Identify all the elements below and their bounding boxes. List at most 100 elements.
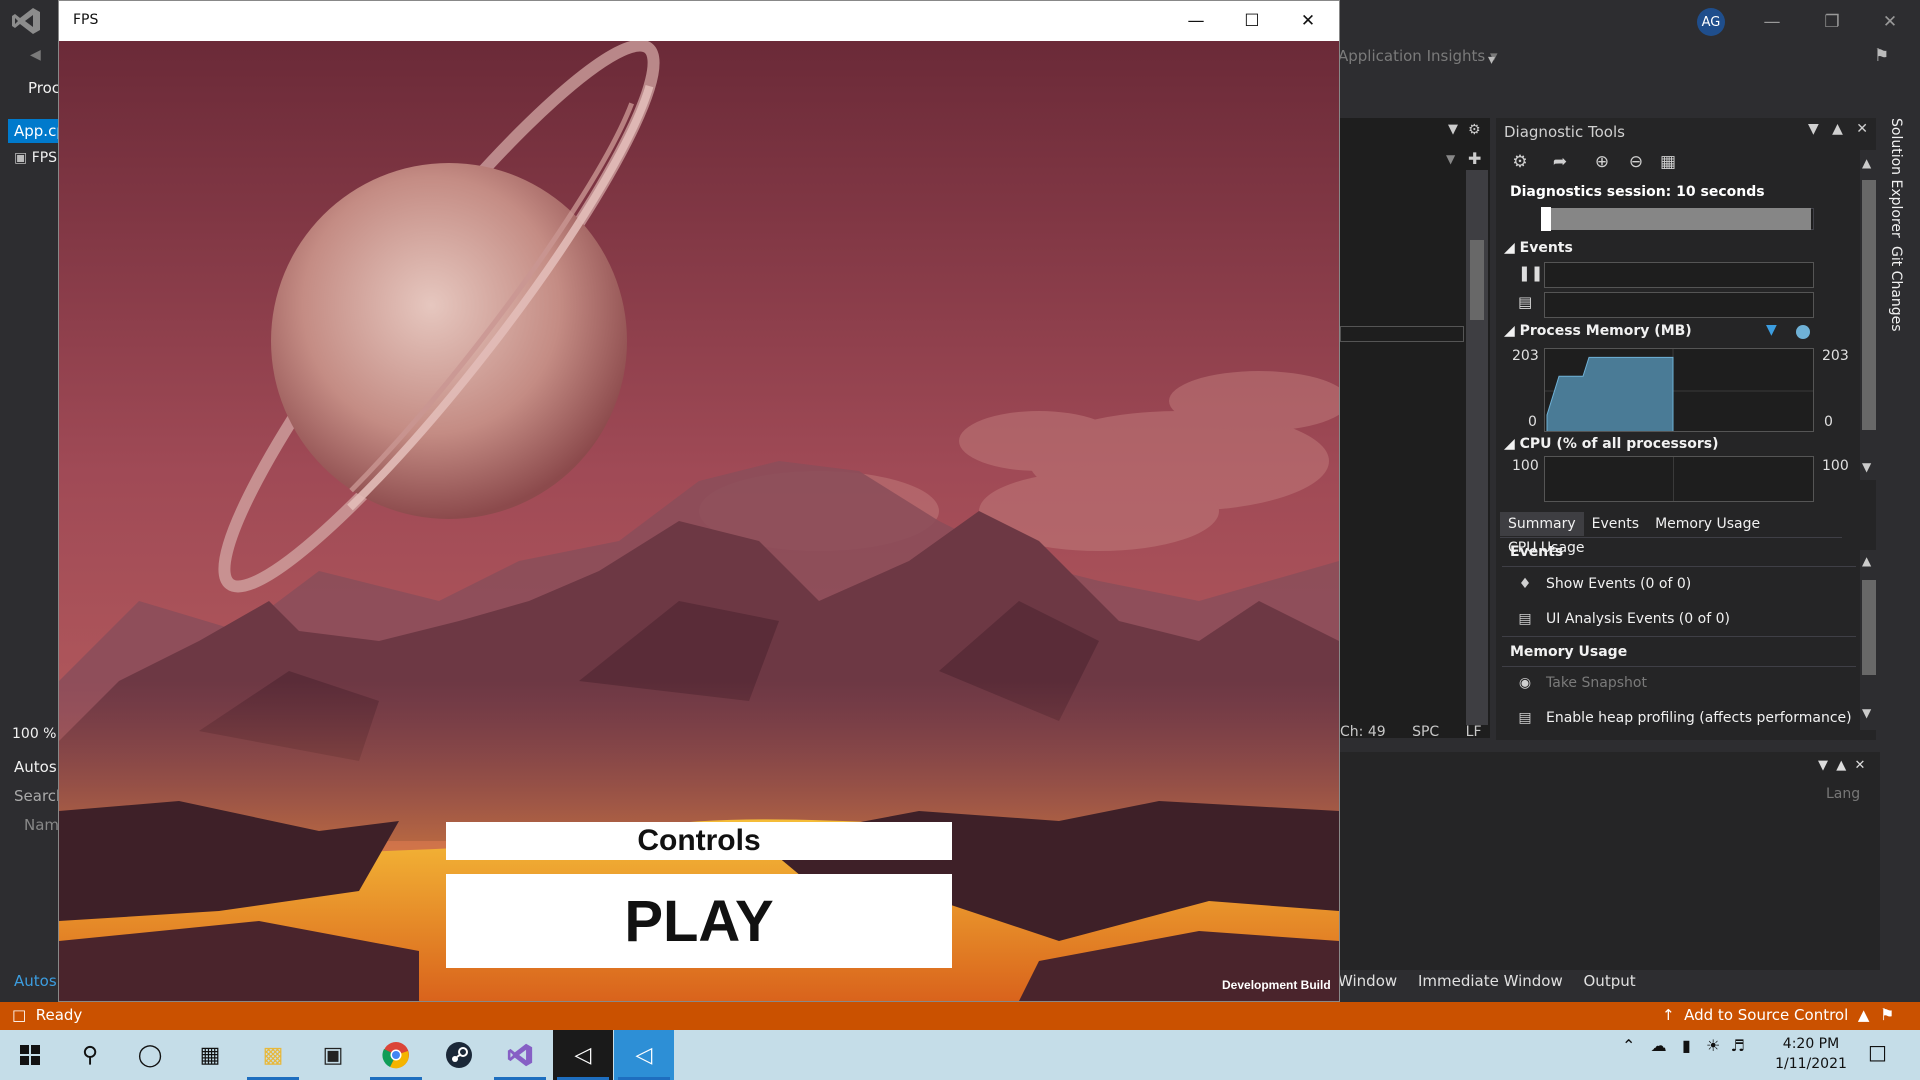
tab-window[interactable]: Window — [1338, 972, 1397, 990]
file-explorer-icon[interactable]: ▩ — [243, 1030, 303, 1080]
heap-icon: ▤ — [1518, 710, 1532, 726]
settings-gear-icon[interactable]: ⚙ — [1508, 150, 1532, 174]
nav-dropdown-icon[interactable]: ▼ — [1446, 152, 1455, 166]
events-track — [1544, 262, 1814, 288]
editor-scrollbar[interactable] — [1466, 170, 1488, 725]
unity-hub-icon[interactable]: ◁ — [553, 1030, 613, 1080]
tab-memory-usage[interactable]: Memory Usage — [1647, 512, 1768, 536]
whitespace-mode[interactable]: SPC — [1412, 724, 1439, 740]
game-close-button[interactable]: ✕ — [1280, 2, 1336, 40]
play-button[interactable]: PLAY — [446, 874, 952, 968]
bottom-output-panel — [1340, 752, 1880, 970]
back-nav-icon[interactable]: ◀ — [30, 47, 41, 63]
add-to-source-control-label: Add to Source Control — [1684, 1006, 1849, 1024]
document-tab-app-cpp[interactable]: App.cp — [8, 119, 66, 143]
close-icon[interactable]: ✕ — [1856, 121, 1868, 137]
take-snapshot-button[interactable]: ◉ Take Snapshot — [1514, 675, 1647, 691]
task-view-icon[interactable]: ▦ — [180, 1030, 240, 1080]
summary-events-heading: Events — [1510, 544, 1564, 560]
onedrive-icon[interactable]: ☁ — [1651, 1036, 1667, 1055]
cpu-header[interactable]: ◢ CPU (% of all processors) — [1504, 436, 1718, 452]
scroll-up-icon[interactable]: ▲ — [1862, 554, 1871, 568]
zoom-level[interactable]: 100 % — [12, 726, 56, 742]
search-icon[interactable]: ⚲ — [60, 1030, 120, 1080]
notifications-bell-icon[interactable]: ⚑ — [1880, 1005, 1894, 1024]
tab-summary[interactable]: Summary — [1500, 512, 1584, 536]
export-icon[interactable]: ➦ — [1548, 150, 1572, 174]
language-column: Lang — [1826, 786, 1861, 802]
scroll-down-icon[interactable]: ▼ — [1862, 460, 1871, 474]
cpu-label: CPU (% of all processors) — [1519, 436, 1719, 452]
cortana-icon[interactable]: ◯ — [120, 1030, 180, 1080]
scroll-up-icon[interactable]: ▲ — [1862, 156, 1871, 170]
diag-lower-scrollbar[interactable]: ▲ ▼ — [1860, 550, 1878, 730]
wifi-icon[interactable]: ☀ — [1706, 1036, 1720, 1055]
reset-view-icon[interactable]: ▦ — [1656, 150, 1680, 174]
game-minimize-button[interactable]: — — [1168, 2, 1224, 40]
memory-usage-area — [1546, 356, 1674, 431]
events-section-label: Events — [1519, 240, 1573, 256]
pin-icon[interactable]: ▲ — [1832, 121, 1843, 137]
scroll-down-icon[interactable]: ▼ — [1862, 706, 1871, 720]
tab-events[interactable]: Events — [1584, 512, 1647, 536]
feedback-icon[interactable]: ⚑ — [1874, 46, 1889, 66]
timeline-handle[interactable] — [1541, 207, 1551, 231]
taskbar-clock[interactable]: 4:20 PM 1/11/2021 — [1766, 1034, 1856, 1074]
solution-explorer-tab[interactable]: Solution Explorer — [1888, 118, 1904, 238]
line-ending[interactable]: LF — [1466, 724, 1482, 740]
vs-restore-button[interactable]: ❐ — [1812, 8, 1852, 36]
editor-settings-icon[interactable]: ⚙ — [1468, 122, 1481, 138]
folder-icon: ▩ — [262, 1042, 284, 1068]
camera-icon: ◉ — [1518, 675, 1532, 691]
game-maximize-button[interactable]: ☐ — [1224, 2, 1280, 40]
toolbar-overflow-icon[interactable]: ▾ — [1488, 52, 1495, 68]
editor-line-highlight — [1340, 326, 1464, 342]
diag-upper-scrollbar[interactable]: ▲ ▼ — [1860, 150, 1878, 480]
tab-output[interactable]: Output — [1584, 972, 1636, 990]
autos-header: Autos — [14, 758, 57, 776]
game-window-title: FPS — [73, 12, 99, 28]
divider — [1502, 636, 1856, 637]
battery-icon[interactable]: ▮ — [1682, 1036, 1691, 1055]
events-section-header[interactable]: ◢ Events — [1504, 240, 1573, 256]
split-editor-icon[interactable]: ✚ — [1468, 149, 1481, 168]
bottom-panel-controls[interactable]: ▼ ▲ ✕ — [1818, 758, 1865, 773]
unity-editor-icon[interactable]: ◁ — [614, 1030, 674, 1080]
add-to-source-control[interactable]: ↑ Add to Source Control ▲ — [1662, 1006, 1869, 1024]
start-windows-icon[interactable] — [0, 1030, 60, 1080]
diagnostic-panel-controls[interactable]: ▼ ▲ ✕ — [1808, 121, 1868, 137]
process-memory-header[interactable]: ◢ Process Memory (MB) — [1504, 323, 1692, 339]
zoom-in-icon[interactable]: ⊕ — [1590, 150, 1614, 174]
vs-minimize-button[interactable]: — — [1752, 8, 1792, 36]
clock-date: 1/11/2021 — [1775, 1056, 1847, 1072]
tab-immediate-window[interactable]: Immediate Window — [1418, 972, 1563, 990]
project-selector[interactable]: ▣ FPS — [14, 150, 57, 166]
autos-tab[interactable]: Autos — [14, 972, 57, 990]
diag-upper-scroll-thumb[interactable] — [1862, 180, 1876, 430]
git-changes-tab[interactable]: Git Changes — [1888, 246, 1904, 332]
game-window-titlebar[interactable] — [59, 1, 1339, 41]
volume-icon[interactable]: ♬ — [1731, 1036, 1745, 1055]
zoom-out-icon[interactable]: ⊖ — [1624, 150, 1648, 174]
show-events-label: Show Events (0 of 0) — [1546, 576, 1692, 592]
memory-usage-heading: Memory Usage — [1510, 644, 1628, 660]
visual-studio-taskbar-icon[interactable] — [490, 1030, 550, 1080]
vs-close-button[interactable]: ✕ — [1870, 8, 1910, 36]
account-avatar[interactable]: AG — [1697, 8, 1725, 36]
show-events-link[interactable]: ♦ Show Events (0 of 0) — [1514, 576, 1692, 592]
editor-dropdown-icon[interactable]: ▼ — [1448, 122, 1458, 137]
controls-button[interactable]: Controls — [446, 822, 952, 860]
editor-scroll-thumb[interactable] — [1470, 240, 1484, 320]
store-icon[interactable]: ▣ — [303, 1030, 363, 1080]
cpu-chart — [1544, 456, 1814, 502]
clock-time: 4:20 PM — [1782, 1036, 1840, 1052]
tray-chevron-icon[interactable]: ⌃ — [1622, 1036, 1635, 1055]
action-center-icon[interactable]: □ — [1868, 1040, 1887, 1064]
ui-analysis-events-link[interactable]: ▤ UI Analysis Events (0 of 0) — [1514, 611, 1730, 627]
diag-lower-scroll-thumb[interactable] — [1862, 580, 1876, 675]
chrome-icon[interactable] — [366, 1030, 426, 1080]
steam-icon[interactable] — [429, 1030, 489, 1080]
heap-profiling-toggle[interactable]: ▤ Enable heap profiling (affects performa… — [1514, 710, 1851, 726]
application-insights-menu[interactable]: Application Insights ▾ — [1338, 47, 1498, 65]
panel-dropdown-icon[interactable]: ▼ — [1808, 121, 1819, 137]
